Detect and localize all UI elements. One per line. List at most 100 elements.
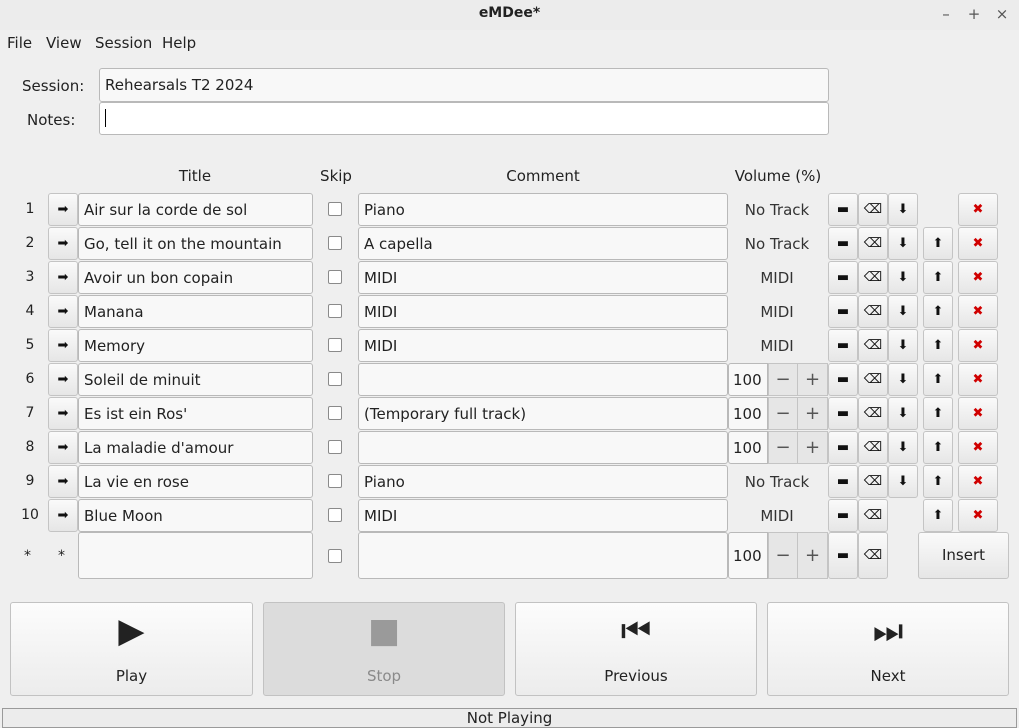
play-from-row-button[interactable]: ➡ [48,465,78,498]
delete-row-button[interactable]: ✖ [958,431,998,464]
open-file-button[interactable]: ▬ [828,193,858,226]
play-from-row-button[interactable]: ➡ [48,261,78,294]
open-file-button[interactable]: ▬ [828,499,858,532]
volume-decrease-button[interactable]: − [768,397,798,430]
skip-checkbox[interactable] [328,440,342,454]
move-down-button[interactable]: ⬇ [888,261,918,294]
comment-input[interactable]: MIDI [358,329,728,362]
open-file-button[interactable]: ▬ [828,363,858,396]
clear-button[interactable]: ⌫ [858,465,888,498]
move-up-button[interactable]: ⬆ [923,227,953,260]
delete-row-button[interactable]: ✖ [958,329,998,362]
new-volume-increase-button[interactable]: + [797,532,828,579]
comment-input[interactable]: A capella [358,227,728,260]
open-file-button[interactable]: ▬ [828,261,858,294]
move-down-button[interactable]: ⬇ [888,363,918,396]
new-title-input[interactable] [78,532,313,579]
title-input[interactable]: Soleil de minuit [78,363,313,396]
delete-row-button[interactable]: ✖ [958,397,998,430]
volume-input[interactable]: 100 [728,363,768,396]
volume-increase-button[interactable]: + [797,431,828,464]
next-button[interactable]: ⏭ Next [767,602,1009,696]
volume-input[interactable]: 100 [728,397,768,430]
play-from-row-button[interactable]: ➡ [48,363,78,396]
volume-input[interactable]: 100 [728,431,768,464]
move-down-button[interactable]: ⬇ [888,465,918,498]
notes-input[interactable] [99,102,829,135]
new-comment-input[interactable] [358,532,728,579]
new-clear-button[interactable]: ⌫ [858,532,888,579]
move-up-button[interactable]: ⬆ [923,329,953,362]
move-down-button[interactable]: ⬇ [888,295,918,328]
move-up-button[interactable]: ⬆ [923,261,953,294]
play-from-row-button[interactable]: ➡ [48,499,78,532]
new-skip-checkbox[interactable] [328,549,342,563]
title-input[interactable]: Avoir un bon copain [78,261,313,294]
previous-button[interactable]: ⏮ Previous [515,602,757,696]
skip-checkbox[interactable] [328,474,342,488]
skip-checkbox[interactable] [328,372,342,386]
play-from-row-button[interactable]: ➡ [48,227,78,260]
clear-button[interactable]: ⌫ [858,261,888,294]
move-up-button[interactable]: ⬆ [923,465,953,498]
volume-increase-button[interactable]: + [797,397,828,430]
open-file-button[interactable]: ▬ [828,227,858,260]
skip-checkbox[interactable] [328,304,342,318]
clear-button[interactable]: ⌫ [858,227,888,260]
delete-row-button[interactable]: ✖ [958,499,998,532]
clear-button[interactable]: ⌫ [858,397,888,430]
title-input[interactable]: Manana [78,295,313,328]
skip-checkbox[interactable] [328,508,342,522]
delete-row-button[interactable]: ✖ [958,261,998,294]
move-down-button[interactable]: ⬇ [888,193,918,226]
title-input[interactable]: La maladie d'amour [78,431,313,464]
move-up-button[interactable]: ⬆ [923,397,953,430]
skip-checkbox[interactable] [328,406,342,420]
menu-help[interactable]: Help [162,34,196,52]
delete-row-button[interactable]: ✖ [958,363,998,396]
comment-input[interactable]: MIDI [358,261,728,294]
stop-button[interactable]: ■ Stop [263,602,505,696]
move-down-button[interactable]: ⬇ [888,431,918,464]
play-from-row-button[interactable]: ➡ [48,431,78,464]
clear-button[interactable]: ⌫ [858,431,888,464]
open-file-button[interactable]: ▬ [828,397,858,430]
title-input[interactable]: Go, tell it on the mountain [78,227,313,260]
title-input[interactable]: Blue Moon [78,499,313,532]
comment-input[interactable]: MIDI [358,499,728,532]
open-file-button[interactable]: ▬ [828,465,858,498]
move-up-button[interactable]: ⬆ [923,431,953,464]
clear-button[interactable]: ⌫ [858,193,888,226]
maximize-button[interactable]: + [964,4,984,24]
delete-row-button[interactable]: ✖ [958,465,998,498]
delete-row-button[interactable]: ✖ [958,295,998,328]
move-down-button[interactable]: ⬇ [888,227,918,260]
play-from-row-button[interactable]: ➡ [48,397,78,430]
volume-increase-button[interactable]: + [797,363,828,396]
clear-button[interactable]: ⌫ [858,329,888,362]
clear-button[interactable]: ⌫ [858,295,888,328]
skip-checkbox[interactable] [328,236,342,250]
move-down-button[interactable]: ⬇ [888,329,918,362]
new-volume-input[interactable]: 100 [728,532,768,579]
minimize-button[interactable]: – [936,4,956,24]
new-volume-decrease-button[interactable]: − [768,532,798,579]
play-button[interactable]: ▶ Play [10,602,253,696]
volume-decrease-button[interactable]: − [768,363,798,396]
comment-input[interactable]: MIDI [358,295,728,328]
title-input[interactable]: Es ist ein Ros' [78,397,313,430]
volume-decrease-button[interactable]: − [768,431,798,464]
comment-input[interactable] [358,363,728,396]
clear-button[interactable]: ⌫ [858,363,888,396]
comment-input[interactable] [358,431,728,464]
play-from-row-button[interactable]: ➡ [48,193,78,226]
insert-button[interactable]: Insert [918,532,1009,579]
skip-checkbox[interactable] [328,270,342,284]
delete-row-button[interactable]: ✖ [958,227,998,260]
open-file-button[interactable]: ▬ [828,329,858,362]
title-input[interactable]: La vie en rose [78,465,313,498]
open-file-button[interactable]: ▬ [828,295,858,328]
move-up-button[interactable]: ⬆ [923,363,953,396]
menu-view[interactable]: View [46,34,82,52]
session-input[interactable]: Rehearsals T2 2024 [99,68,829,102]
